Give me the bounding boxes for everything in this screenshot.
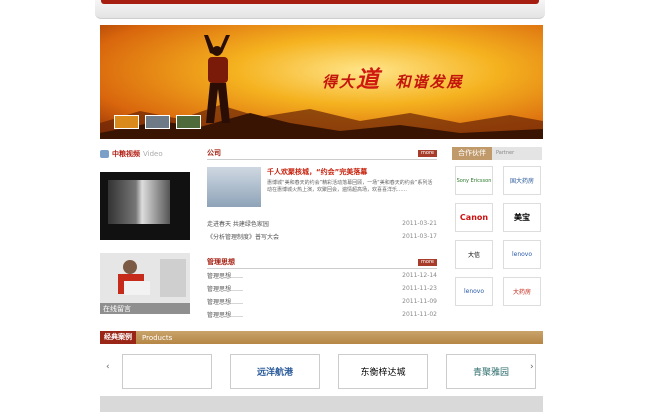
management-item-date: 2011-11-23 xyxy=(402,285,437,292)
video-header: 中粮视频 Video xyxy=(100,147,192,161)
case-logo[interactable]: 东衡梓达城 xyxy=(338,354,428,389)
company-news-more-button[interactable]: more xyxy=(418,149,437,157)
partner-logo[interactable]: lenovo xyxy=(455,277,493,306)
news-item-title[interactable]: 《分析管理制度》普写大会 xyxy=(207,232,279,241)
message-caption[interactable]: 在线留言 xyxy=(100,303,190,314)
banner-thumbnails xyxy=(114,115,201,129)
management-item-title[interactable]: 管理思想…… xyxy=(207,310,243,319)
news-item-title[interactable]: 走进春天 共建绿色家园 xyxy=(207,219,269,228)
case-logo[interactable]: 青聚雅园 xyxy=(446,354,536,389)
partners-panel: 合作伙伴 Partner Sony Ericsson 国大药房 Canon 美宝… xyxy=(452,147,542,312)
partner-logo[interactable]: 大信 xyxy=(455,240,493,269)
video-title-en: Video xyxy=(143,150,163,158)
video-panel: 中粮视频 Video 在线留言 xyxy=(100,147,192,314)
management-item-title[interactable]: 管理思想…… xyxy=(207,284,243,293)
banner-thumb-1[interactable] xyxy=(114,115,139,129)
management-title: 管理思想 xyxy=(207,258,235,266)
message-photo[interactable] xyxy=(100,253,190,303)
partners-subtitle: Partner xyxy=(492,147,542,160)
partner-logo[interactable]: Canon xyxy=(455,203,493,232)
feature-news-image[interactable] xyxy=(207,167,261,207)
management-header: 管理思想 more xyxy=(207,256,437,269)
partners-header: 合作伙伴 Partner xyxy=(452,147,542,160)
tv-icon xyxy=(100,150,109,158)
management-item-title[interactable]: 管理思想…… xyxy=(207,271,243,280)
case-logo[interactable]: 远洋航港 xyxy=(230,354,320,389)
news-item-date: 2011-03-17 xyxy=(402,233,437,240)
case-carousel: ‹ 远洋航港 东衡梓达城 青聚雅园 › xyxy=(100,354,543,394)
management-panel: 管理思想 more 管理思想…… 2011-12-14 管理思想…… 2011-… xyxy=(207,256,437,321)
banner-thumb-3[interactable] xyxy=(176,115,201,129)
news-item[interactable]: 走进春天 共建绿色家园 2011-03-21 xyxy=(207,217,437,230)
company-news-panel: 公司 more 千人欢聚核城，“约会”完美落幕 惠博城“美和春天的约会”精彩活动… xyxy=(207,147,437,243)
chevron-right-icon[interactable]: › xyxy=(530,362,534,372)
partner-logo[interactable]: 美宝 xyxy=(503,203,541,232)
news-item-date: 2011-03-21 xyxy=(402,220,437,227)
video-player[interactable] xyxy=(100,172,190,240)
partner-logo[interactable]: 大药房 xyxy=(503,277,541,306)
news-item[interactable]: 《分析管理制度》普写大会 2011-03-17 xyxy=(207,230,437,243)
partners-title: 合作伙伴 xyxy=(452,147,492,160)
management-item[interactable]: 管理思想…… 2011-11-23 xyxy=(207,282,437,295)
company-news-list: 走进春天 共建绿色家园 2011-03-21 《分析管理制度》普写大会 2011… xyxy=(207,217,437,243)
management-item[interactable]: 管理思想…… 2011-12-14 xyxy=(207,269,437,282)
footer-bar xyxy=(100,396,543,412)
top-nav-bar xyxy=(95,0,545,19)
classic-subtitle: Products xyxy=(142,333,173,342)
partner-logo[interactable]: 国大药房 xyxy=(503,166,541,195)
feature-news-text: 千人欢聚核城，“约会”完美落幕 惠博城“美和春天的约会”精彩活动落幕回顾，一场“… xyxy=(261,167,437,207)
video-title: 中粮视频 xyxy=(112,150,140,158)
company-news-header: 公司 more xyxy=(207,147,437,160)
management-item-date: 2011-11-02 xyxy=(402,311,437,318)
case-logo[interactable] xyxy=(122,354,212,389)
feature-news[interactable]: 千人欢聚核城，“约会”完美落幕 惠博城“美和春天的约会”精彩活动落幕回顾，一场“… xyxy=(207,167,437,207)
chevron-left-icon[interactable]: ‹ xyxy=(106,362,110,372)
top-red-stripe xyxy=(101,0,539,4)
banner-thumb-2[interactable] xyxy=(145,115,170,129)
partner-logo[interactable]: Sony Ericsson xyxy=(455,166,493,195)
company-news-title: 公司 xyxy=(207,149,221,157)
management-item-title[interactable]: 管理思想…… xyxy=(207,297,243,306)
hero-banner: 得大道 和谐发展 xyxy=(100,25,543,139)
slogan-big-char: 道 xyxy=(356,66,382,93)
management-item[interactable]: 管理思想…… 2011-11-02 xyxy=(207,308,437,321)
climber-figure xyxy=(204,35,230,123)
partner-logo[interactable]: lenovo xyxy=(503,240,541,269)
banner-slogan: 得大道 和谐发展 xyxy=(322,60,463,94)
feature-news-desc: 惠博城“美和春天的约会”精彩活动落幕回顾，一场“美和春天的约会”系列活动在惠博城… xyxy=(267,180,433,193)
management-item-date: 2011-11-09 xyxy=(402,298,437,305)
feature-news-title[interactable]: 千人欢聚核城，“约会”完美落幕 xyxy=(267,167,437,177)
reading-person-image xyxy=(100,253,190,303)
management-item-date: 2011-12-14 xyxy=(402,272,437,279)
classic-cases-bar: 经典案例 Products xyxy=(100,331,543,344)
video-frame xyxy=(108,180,170,224)
management-item[interactable]: 管理思想…… 2011-11-09 xyxy=(207,295,437,308)
slogan-part-1: 得大 xyxy=(322,73,357,91)
management-more-button[interactable]: more xyxy=(418,258,437,266)
slogan-part-2: 和谐发展 xyxy=(395,73,464,91)
classic-title: 经典案例 xyxy=(100,331,136,344)
partner-logo-grid: Sony Ericsson 国大药房 Canon 美宝 大信 lenovo le… xyxy=(452,160,542,312)
